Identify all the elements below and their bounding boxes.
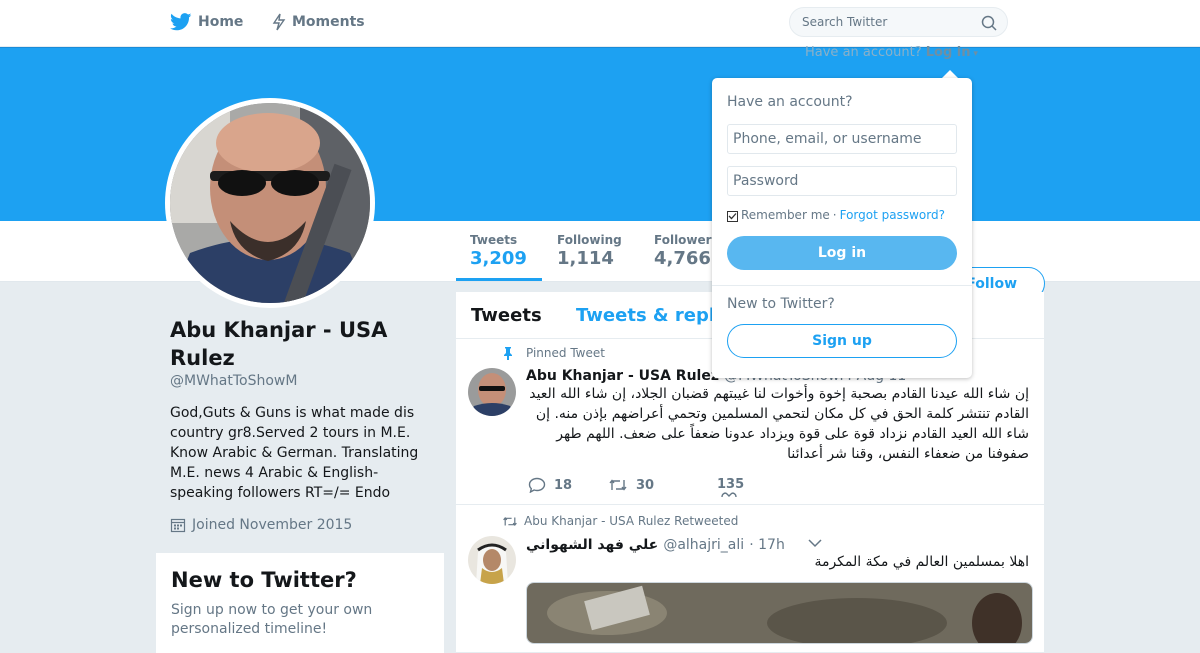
tweet-header: علي فهد الشهواني @alhajri_ali · 17h: [526, 534, 785, 553]
tweet-author-name[interactable]: علي فهد الشهواني: [526, 537, 658, 553]
card-subtitle: Sign up now to get your own personalized…: [171, 602, 373, 637]
tweet-author-name[interactable]: Abu Khanjar - USA Rulez: [526, 368, 719, 384]
tab-tweets[interactable]: Tweets: [471, 305, 542, 326]
remember-label[interactable]: Remember me: [741, 208, 830, 222]
reply-action[interactable]: 18: [528, 477, 572, 493]
avatar-image: [468, 368, 516, 416]
active-tab-underline: [456, 278, 542, 281]
forgot-password-link[interactable]: Forgot password?: [840, 208, 945, 222]
profile-avatar[interactable]: [165, 98, 375, 308]
dropdown-divider: [712, 285, 972, 286]
nav-home-label: Home: [198, 14, 244, 30]
stat-label: Following: [557, 233, 622, 247]
reply-count: 18: [554, 477, 573, 493]
retweet-action[interactable]: 30: [608, 477, 654, 493]
nav-home[interactable]: Home: [170, 13, 243, 31]
retweet-icon: [503, 516, 517, 526]
tweet-media[interactable]: [526, 582, 1033, 644]
search-icon[interactable]: [981, 15, 997, 31]
tweet-divider: [456, 504, 1044, 505]
search-input[interactable]: [800, 14, 974, 30]
avatar-image: [468, 536, 516, 584]
login-link[interactable]: Log in: [926, 45, 971, 60]
joined-text: Joined November 2015: [192, 517, 353, 533]
avatar-image: [170, 103, 370, 303]
remember-row: Remember me · Forgot password?: [727, 208, 945, 222]
context-text: Pinned Tweet: [526, 346, 605, 360]
reply-icon: [528, 477, 546, 493]
stat-value: 1,114: [557, 248, 614, 269]
retweet-icon: [609, 479, 627, 491]
profile-bio: God,Guts & Guns is what made dis country…: [170, 405, 419, 501]
stat-followers[interactable]: Followers 4,766: [654, 233, 719, 269]
card-title: New to Twitter?: [171, 568, 357, 592]
check-icon: [728, 212, 737, 219]
avatar-photo: [170, 103, 370, 303]
login-button[interactable]: Log in: [727, 236, 957, 270]
stat-value: 3,209: [470, 248, 527, 269]
new-to-twitter-heading: New to Twitter?: [727, 296, 835, 312]
pin-icon: [504, 347, 512, 360]
login-heading: Have an account?: [727, 94, 853, 110]
context-text[interactable]: Abu Khanjar - USA Rulez Retweeted: [524, 514, 738, 528]
profile-handle[interactable]: @MWhatToShowM: [170, 373, 297, 389]
twitter-bird-icon: [170, 13, 192, 31]
password-field[interactable]: [727, 166, 957, 196]
separator: ·: [832, 208, 837, 222]
username-field[interactable]: [727, 124, 957, 154]
tweet-avatar[interactable]: [468, 368, 516, 416]
tweet-text: إن شاء الله عيدنا القادم بصحبة إخوة وأخو…: [529, 386, 1029, 462]
caret-down-icon: ▾: [970, 49, 978, 59]
login-prompt: Have an account? Log in ▾: [805, 45, 978, 60]
stat-tweets[interactable]: Tweets 3,209: [470, 233, 527, 269]
tweet-author-handle[interactable]: @alhajri_ali: [663, 537, 744, 553]
signup-button[interactable]: Sign up: [727, 324, 957, 358]
chevron-down-icon[interactable]: [808, 538, 822, 548]
joined-date: Joined November 2015: [170, 517, 352, 533]
stat-following[interactable]: Following 1,114: [557, 233, 622, 269]
have-account-text: Have an account?: [805, 45, 922, 60]
tweet-text: اهلا بمسلمين العالم في مكة المكرمة: [814, 554, 1029, 570]
retweet-context: Abu Khanjar - USA Rulez Retweeted: [502, 514, 738, 528]
retweet-count: 30: [636, 477, 655, 493]
remember-checkbox[interactable]: [727, 210, 738, 222]
tweet-timestamp[interactable]: · 17h: [749, 537, 785, 553]
stat-value: 4,766: [654, 248, 711, 269]
stat-label: Tweets: [470, 233, 518, 247]
tweet-avatar[interactable]: [468, 536, 516, 584]
calendar-icon: [170, 518, 186, 533]
media-image: [527, 583, 1032, 643]
nav-moments[interactable]: Moments: [272, 13, 365, 31]
stat-label: Followers: [654, 233, 719, 247]
pinned-context: Pinned Tweet: [502, 346, 605, 360]
new-to-twitter-card: New to Twitter? Sign up now to get your …: [156, 553, 444, 653]
like-action[interactable]: 135: [713, 477, 744, 498]
lightning-icon: [272, 13, 286, 31]
search-box[interactable]: [789, 7, 1008, 37]
heart-icon: [720, 492, 737, 498]
profile-name[interactable]: Abu Khanjar - USA Rulez: [170, 316, 430, 372]
nav-moments-label: Moments: [292, 14, 365, 30]
